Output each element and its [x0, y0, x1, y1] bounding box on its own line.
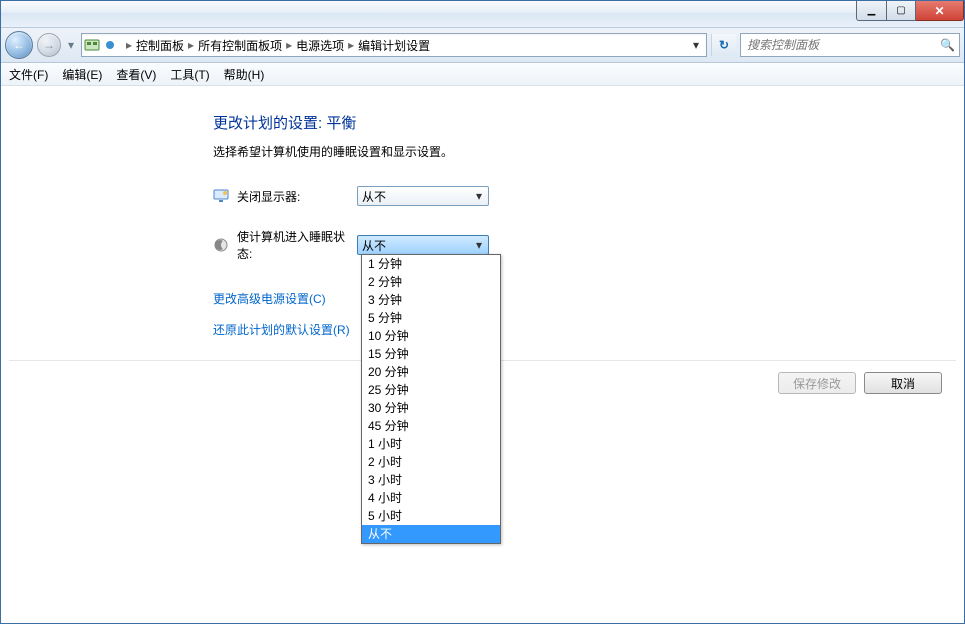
window-controls: ▁ ▢ ✕	[856, 1, 964, 27]
minimize-icon: ▁	[868, 6, 876, 16]
nav-forward-button[interactable]: →	[37, 33, 61, 57]
network-icon	[104, 39, 116, 51]
dropdown-option[interactable]: 30 分钟	[362, 399, 500, 417]
chevron-down-icon: ▾	[472, 189, 486, 203]
dropdown-option[interactable]: 45 分钟	[362, 417, 500, 435]
menu-view[interactable]: 查看(V)	[116, 66, 156, 83]
dropdown-option[interactable]: 20 分钟	[362, 363, 500, 381]
chevron-right-icon: ▸	[188, 38, 194, 52]
dropdown-option[interactable]: 1 小时	[362, 435, 500, 453]
close-button[interactable]: ✕	[916, 1, 964, 21]
dropdown-option[interactable]: 5 小时	[362, 507, 500, 525]
dropdown-option[interactable]: 3 分钟	[362, 291, 500, 309]
setting-display-off: 关闭显示器: 从不 ▾	[213, 186, 964, 206]
refresh-button[interactable]: ↻	[711, 34, 736, 56]
dropdown-option[interactable]: 4 小时	[362, 489, 500, 507]
refresh-icon: ↻	[719, 38, 729, 52]
dropdown-option[interactable]: 1 分钟	[362, 255, 500, 273]
dropdown-option[interactable]: 从不	[362, 525, 500, 543]
address-bar[interactable]: ▸ 控制面板 ▸ 所有控制面板项 ▸ 电源选项 ▸ 编辑计划设置 ▾	[81, 33, 707, 57]
dropdown-option[interactable]: 25 分钟	[362, 381, 500, 399]
links-block: 更改高级电源设置(C) 还原此计划的默认设置(R)	[213, 290, 964, 338]
sleep-dropdown-list[interactable]: 1 分钟2 分钟3 分钟5 分钟10 分钟15 分钟20 分钟25 分钟30 分…	[361, 254, 501, 544]
save-button[interactable]: 保存修改	[778, 372, 856, 394]
breadcrumb: ▸ 控制面板 ▸ 所有控制面板项 ▸ 电源选项 ▸ 编辑计划设置	[122, 37, 430, 54]
nav-back-button[interactable]: ←	[5, 31, 33, 59]
address-dropdown[interactable]: ▾	[688, 35, 704, 55]
window-frame: ▁ ▢ ✕ ← → ▾	[0, 0, 965, 624]
menu-file[interactable]: 文件(F)	[9, 66, 48, 83]
breadcrumb-segment[interactable]: 所有控制面板项	[198, 37, 282, 54]
dropdown-option[interactable]: 10 分钟	[362, 327, 500, 345]
cancel-button[interactable]: 取消	[864, 372, 942, 394]
setting-label: 关闭显示器:	[237, 188, 357, 205]
breadcrumb-segment[interactable]: 控制面板	[136, 37, 184, 54]
menu-help[interactable]: 帮助(H)	[224, 66, 265, 83]
control-panel-icon	[84, 37, 100, 53]
search-input[interactable]	[745, 37, 936, 53]
chevron-right-icon: ▸	[126, 38, 132, 52]
dropdown-option[interactable]: 5 分钟	[362, 309, 500, 327]
page-title: 更改计划的设置: 平衡	[213, 112, 964, 133]
dropdown-option[interactable]: 2 小时	[362, 453, 500, 471]
combo-value: 从不	[362, 237, 386, 254]
chevron-down-icon: ▾	[472, 238, 486, 252]
dropdown-option[interactable]: 2 分钟	[362, 273, 500, 291]
search-box[interactable]: 🔍	[740, 33, 960, 57]
titlebar: ▁ ▢ ✕	[1, 1, 964, 28]
setting-label: 使计算机进入睡眠状态:	[237, 228, 357, 262]
breadcrumb-segment[interactable]: 电源选项	[296, 37, 344, 54]
moon-icon	[213, 237, 229, 253]
page-desc: 选择希望计算机使用的睡眠设置和显示设置。	[213, 143, 964, 160]
arrow-left-icon: ←	[13, 38, 25, 52]
chevron-right-icon: ▸	[348, 38, 354, 52]
navbar: ← → ▾ ▸ 控制面板 ▸ 所有控制面板项	[1, 28, 964, 63]
chevron-right-icon: ▸	[286, 38, 292, 52]
minimize-button[interactable]: ▁	[856, 1, 886, 21]
button-row: 保存修改 取消	[778, 372, 942, 394]
link-restore-defaults[interactable]: 还原此计划的默认设置(R)	[213, 321, 964, 338]
setting-sleep: 使计算机进入睡眠状态: 从不 ▾	[213, 228, 964, 262]
nav-history-dropdown[interactable]: ▾	[65, 35, 77, 55]
dropdown-option[interactable]: 3 小时	[362, 471, 500, 489]
breadcrumb-segment[interactable]: 编辑计划设置	[358, 37, 430, 54]
monitor-icon	[213, 188, 229, 204]
maximize-icon: ▢	[896, 6, 905, 16]
combo-value: 从不	[362, 188, 386, 205]
address-bar-tail: ▾	[688, 35, 704, 55]
sleep-combo[interactable]: 从不 ▾	[357, 235, 489, 255]
arrow-right-icon: →	[43, 38, 55, 52]
menu-tools[interactable]: 工具(T)	[170, 66, 209, 83]
search-icon: 🔍	[940, 38, 955, 52]
dropdown-option[interactable]: 15 分钟	[362, 345, 500, 363]
link-advanced-settings[interactable]: 更改高级电源设置(C)	[213, 290, 964, 307]
chevron-down-icon: ▾	[68, 38, 74, 52]
close-icon: ✕	[934, 5, 944, 17]
menu-edit[interactable]: 编辑(E)	[62, 66, 102, 83]
maximize-button[interactable]: ▢	[886, 1, 916, 21]
menubar: 文件(F) 编辑(E) 查看(V) 工具(T) 帮助(H)	[1, 63, 964, 86]
content-area: 更改计划的设置: 平衡 选择希望计算机使用的睡眠设置和显示设置。 关闭显示器: …	[1, 86, 964, 624]
display-off-combo[interactable]: 从不 ▾	[357, 186, 489, 206]
